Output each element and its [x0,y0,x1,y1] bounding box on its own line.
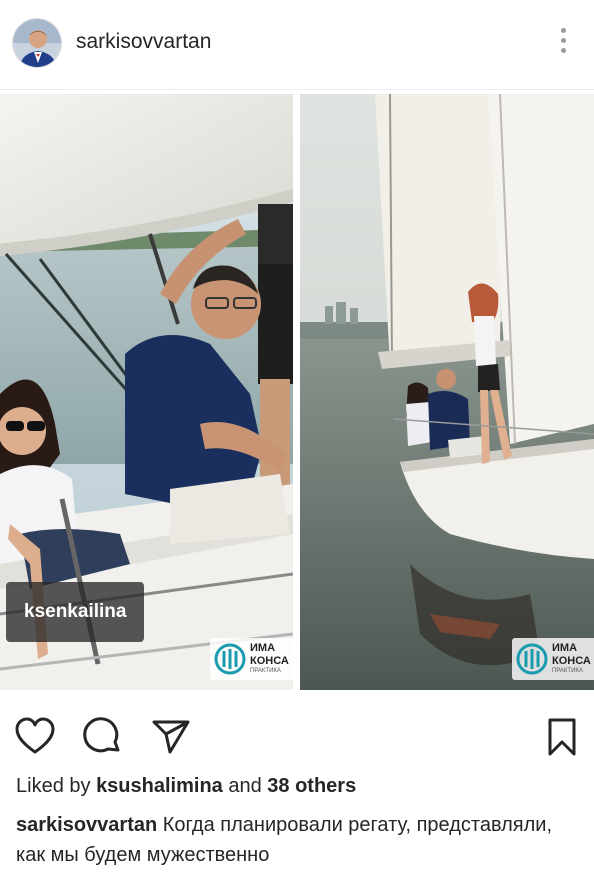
likes-prefix: Liked by [16,775,91,797]
photo-left[interactable]: ksenkailina ИМА КОНСА ПРАКТИКА [0,94,293,690]
watermark-text-3: ПРАКТИКА [552,668,583,674]
caption-username[interactable]: sarkisovvartan [16,814,157,836]
watermark-left: ИМА КОНСА ПРАКТИКА [210,638,293,680]
watermark-right: ИМА КОНСА ПРАКТИКА [512,638,594,680]
heart-icon-glyph [15,717,55,754]
comment-bubble-icon[interactable] [82,716,124,758]
comment-bubble-icon-glyph [83,717,120,753]
paper-plane-icon[interactable] [150,716,192,758]
post-username[interactable]: sarkisovvartan [76,30,211,54]
watermark-text-1: ИМА [552,642,578,654]
avatar-image [13,19,61,67]
watermark-text-1: ИМА [250,642,276,654]
watermark-logo-icon [214,643,246,675]
likes-summary: Liked by ksushalimina and 38 others [16,775,356,798]
sailing-photo-right [300,94,594,690]
heart-icon[interactable] [14,716,56,758]
tagged-user-label[interactable]: ksenkailina [6,582,145,642]
more-vertical-icon[interactable] [558,28,568,60]
watermark-text-2: КОНСА [552,655,591,667]
watermark-logo-icon [516,643,548,675]
watermark-text-3: ПРАКТИКА [250,668,281,674]
bookmark-icon[interactable] [544,716,580,758]
post-media[interactable]: ksenkailina ИМА КОНСА ПРАКТИКА ИМА КОНСА… [0,92,594,692]
post-caption: sarkisovvartan Когда планировали регату,… [16,810,586,870]
paper-plane-icon-glyph [152,720,190,754]
bookmark-icon-glyph [548,718,576,756]
likes-others-link[interactable]: 38 others [267,775,356,797]
post-header: sarkisovvartan [0,0,594,90]
likes-connector: and [228,775,262,797]
liked-by-user[interactable]: ksushalimina [96,775,223,797]
action-bar [0,700,594,770]
watermark-text-2: КОНСА [250,655,289,667]
avatar[interactable] [12,18,62,68]
photo-right[interactable]: ИМА КОНСА ПРАКТИКА [300,94,594,690]
